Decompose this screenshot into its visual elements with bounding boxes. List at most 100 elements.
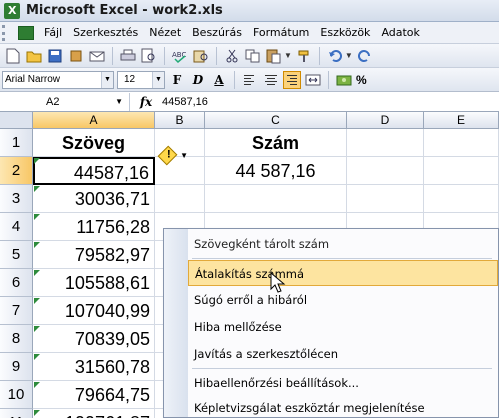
research-icon[interactable] [192,47,210,65]
font-size-combo[interactable]: 12 ▼ [117,70,165,89]
cell-a5[interactable]: 79582,97 [33,241,155,269]
font-name-combo[interactable]: Arial Narrow ▼ [2,70,114,89]
name-box[interactable]: A2 ▼ [0,92,130,111]
row-header[interactable]: 2 [0,157,33,185]
row-header[interactable]: 1 [0,129,33,157]
standard-toolbar: ABC ▼ ▼ [0,44,499,68]
menu-file[interactable]: Fájl [44,26,62,39]
cell-a7[interactable]: 107040,99 [33,297,155,325]
print-preview-icon[interactable] [140,47,158,65]
cell-c2[interactable]: 44 587,16 [205,157,347,185]
menu-gutter [164,229,188,417]
cell-a9[interactable]: 31560,78 [33,353,155,381]
redo-icon[interactable] [356,47,374,65]
italic-button[interactable]: D [189,71,207,89]
row-header[interactable]: 10 [0,381,33,409]
cell-e3[interactable] [424,185,499,213]
cell-a2[interactable]: 44587,16 [33,157,155,185]
currency-icon[interactable] [335,71,353,89]
select-all-button[interactable] [0,112,33,129]
undo-dropdown-icon[interactable]: ▼ [345,51,353,60]
column-header-c[interactable]: C [205,112,347,129]
print-icon[interactable] [119,47,137,65]
row-header[interactable]: 6 [0,269,33,297]
menu-item-help-on-error[interactable]: Súgó erről a hibáról [188,287,498,313]
bold-button[interactable]: F [168,71,186,89]
open-icon[interactable] [25,47,43,65]
chevron-down-icon[interactable]: ▼ [152,71,164,88]
row-header[interactable]: 3 [0,185,33,213]
percent-button[interactable]: % [356,73,367,87]
menu-data[interactable]: Adatok [381,26,419,39]
menu-format[interactable]: Formátum [253,26,309,39]
align-left-button[interactable] [241,71,259,89]
column-header-b[interactable]: B [155,112,205,129]
cell-a10[interactable]: 79664,75 [33,381,155,409]
error-smart-tag[interactable]: ! ▼ [157,143,188,167]
spelling-icon[interactable]: ABC [171,47,189,65]
cell-e1[interactable] [424,129,499,157]
toolbar-separator [318,46,320,65]
name-box-value: A2 [46,95,60,108]
menu-insert[interactable]: Beszúrás [192,26,242,39]
menu-item-ignore-error[interactable]: Hiba mellőzése [188,314,498,340]
font-size-value: 12 [124,74,136,85]
menu-bar: Fájl Szerkesztés Nézet Beszúrás Formátum… [0,22,499,44]
column-header-e[interactable]: E [424,112,499,129]
email-icon[interactable] [88,47,106,65]
excel-icon[interactable] [4,2,20,19]
cell-a6[interactable]: 105588,61 [33,269,155,297]
column-header-a[interactable]: A [33,112,155,129]
copy-icon[interactable] [244,47,262,65]
menu-item-edit-in-formula-bar[interactable]: Javítás a szerkesztőlécen [188,341,498,367]
cell-c3[interactable] [205,185,347,213]
chevron-down-icon[interactable]: ▼ [101,71,113,88]
menu-item-error-checking-options[interactable]: Hibaellenőrzési beállítások... [188,370,498,396]
merge-center-icon[interactable] [304,71,322,89]
paste-icon[interactable] [265,47,283,65]
format-painter-icon[interactable] [295,47,313,65]
workbook-icon[interactable] [18,25,34,40]
cell-a4[interactable]: 11756,28 [33,213,155,241]
menu-item-convert-to-number[interactable]: Átalakítás számmá [188,260,498,286]
row-header[interactable]: 5 [0,241,33,269]
cut-icon[interactable] [223,47,241,65]
menu-item-show-formula-auditing-toolbar[interactable]: Képletvizsgálat eszköztár megjelenítése [188,395,498,418]
cell-a1[interactable]: Szöveg [33,129,155,157]
cell-d3[interactable] [347,185,424,213]
cell-a11[interactable]: 100761,87 [33,409,155,418]
cell-d1[interactable] [347,129,424,157]
row-header[interactable]: 7 [0,297,33,325]
column-header-d[interactable]: D [347,112,424,129]
error-indicator-icon [34,214,40,220]
cell-a8[interactable]: 70839,05 [33,325,155,353]
undo-icon[interactable] [326,47,344,65]
cell-d2[interactable] [347,157,424,185]
cell-e2[interactable] [424,157,499,185]
permission-icon[interactable] [67,47,85,65]
formula-input[interactable]: 44587,16 [162,96,208,108]
formula-bar: A2 ▼ fx 44587,16 [0,92,499,112]
row-header[interactable]: 11 [0,409,33,418]
menu-view[interactable]: Nézet [149,26,181,39]
cell-a3[interactable]: 30036,71 [33,185,155,213]
error-indicator-icon [34,242,40,248]
chevron-down-icon[interactable]: ▼ [115,97,123,106]
chevron-down-icon[interactable]: ▼ [180,151,188,160]
menu-tools[interactable]: Eszközök [320,26,370,39]
row-header[interactable]: 9 [0,353,33,381]
align-center-button[interactable] [262,71,280,89]
cell-c1[interactable]: Szám [205,129,347,157]
underline-button[interactable]: A [210,71,228,89]
new-icon[interactable] [4,47,22,65]
row-header[interactable]: 4 [0,213,33,241]
insert-function-icon[interactable]: fx [130,95,162,109]
row-header[interactable]: 8 [0,325,33,353]
paste-dropdown-icon[interactable]: ▼ [284,51,292,60]
align-right-button[interactable] [283,70,301,89]
grip-handle[interactable] [2,24,16,41]
menu-edit[interactable]: Szerkesztés [73,26,138,39]
save-icon[interactable] [46,47,64,65]
cell-b3[interactable] [155,185,205,213]
window-title: Microsoft Excel - work2.xls [26,3,223,18]
